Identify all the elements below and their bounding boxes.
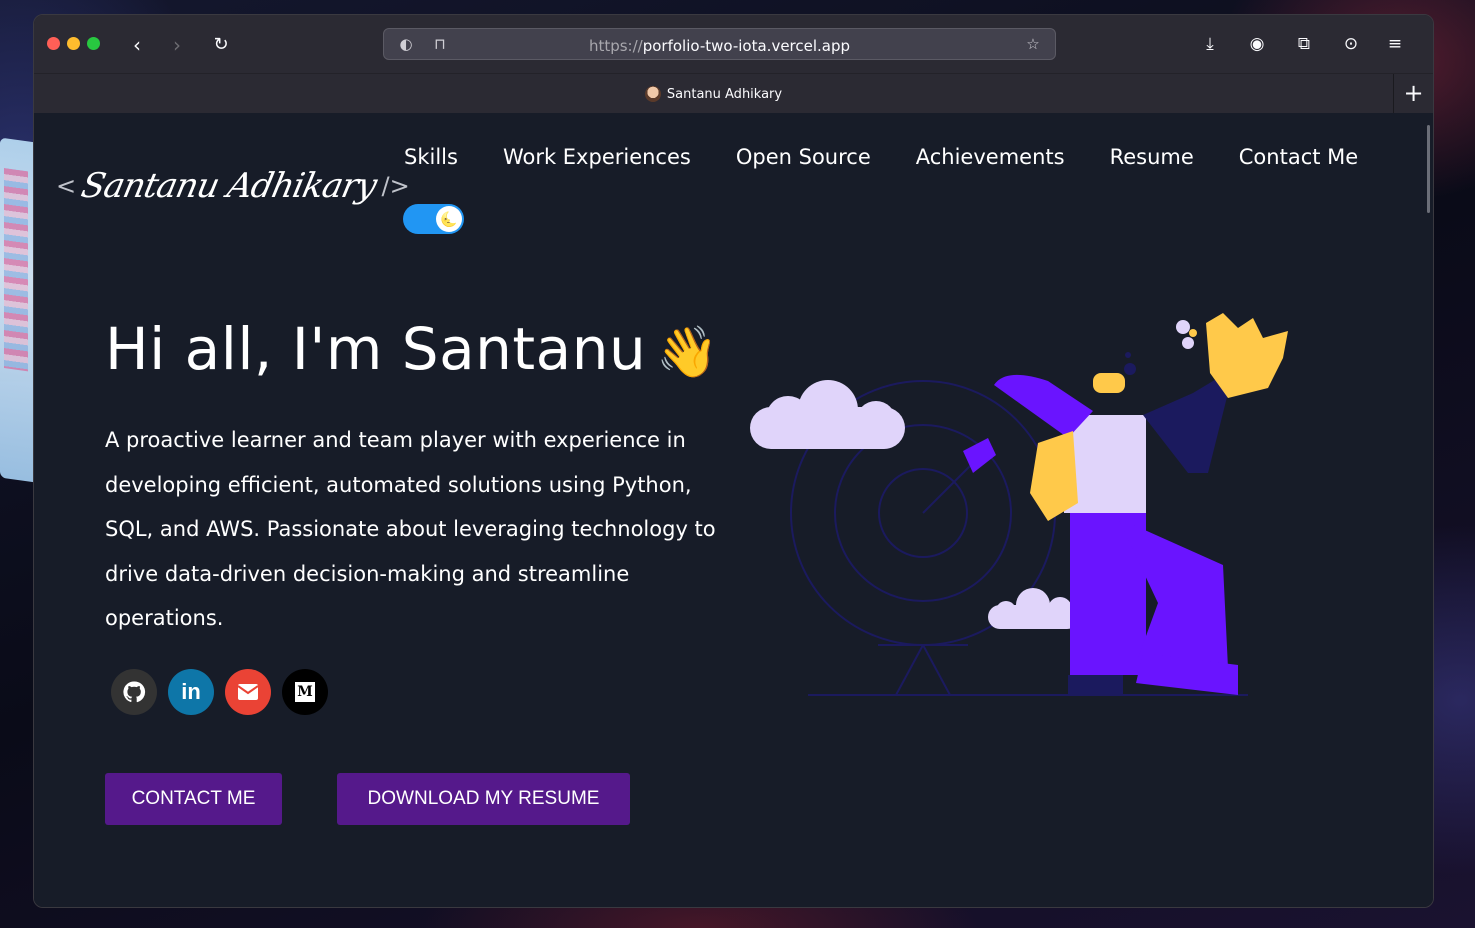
hero-bio: A proactive learner and team player with… [105, 428, 716, 631]
download-resume-button[interactable]: DOWNLOAD MY RESUME [337, 773, 630, 825]
close-window-button[interactable] [47, 37, 60, 50]
small-cloud-icon [988, 588, 1079, 629]
hero-greeting: Hi all, I'm Santanu 👋 [105, 315, 719, 383]
moon-icon: 🌜 [436, 206, 462, 232]
url-text[interactable]: https://porfolio-two-iota.vercel.app [384, 37, 1055, 55]
tab-bar: Santanu Adhikary + [34, 73, 1433, 114]
nav-resume[interactable]: Resume [1110, 145, 1194, 169]
greeting-text: Hi all, I'm Santanu [105, 315, 647, 383]
nav-work-experiences[interactable]: Work Experiences [503, 145, 691, 169]
site-logo[interactable]: < Santanu Adhikary /> [56, 161, 410, 211]
contact-me-button[interactable]: CONTACT ME [105, 773, 282, 825]
hamburger-menu-icon[interactable]: ≡ [1383, 32, 1407, 56]
minimize-window-button[interactable] [67, 37, 80, 50]
nav-skills[interactable]: Skills [404, 145, 458, 169]
maximize-window-button[interactable] [87, 37, 100, 50]
wave-icon: 👋 [656, 323, 719, 381]
dart-icon [922, 438, 996, 514]
web-page: < Santanu Adhikary /> Skills Work Experi… [34, 113, 1433, 907]
github-icon[interactable] [111, 669, 157, 715]
account-icon[interactable]: ◉ [1245, 32, 1269, 56]
medium-icon[interactable]: M [282, 669, 328, 715]
address-bar[interactable]: ◐ ⊓ https://porfolio-two-iota.vercel.app… [383, 28, 1056, 60]
theme-toggle[interactable]: 🌜 [403, 204, 464, 234]
nav-contact-me[interactable]: Contact Me [1239, 145, 1358, 169]
extensions-icon[interactable]: ⧉ [1292, 32, 1316, 56]
logo-signature: Santanu Adhikary [77, 166, 380, 206]
bookmark-star-icon[interactable]: ☆ [1023, 34, 1043, 54]
forward-arrow-icon[interactable]: › [165, 33, 189, 57]
tab-title: Santanu Adhikary [666, 86, 783, 102]
browser-toolbar: ‹ › ↻ ◐ ⊓ https://porfolio-two-iota.verc… [34, 15, 1433, 73]
tab-favicon-icon [644, 86, 661, 102]
background-window [0, 137, 36, 483]
site-nav: Skills Work Experiences Open Source Achi… [404, 145, 1358, 169]
window-controls [47, 37, 100, 50]
logo-close-bracket: /> [381, 172, 410, 200]
download-icon[interactable]: ⤓ [1198, 32, 1222, 56]
hero-illustration [750, 313, 1288, 696]
mail-icon[interactable] [225, 669, 271, 715]
more-icon[interactable]: ⊙ [1339, 32, 1363, 56]
logo-open-bracket: < [56, 172, 77, 200]
cloud-icon [750, 380, 905, 449]
medium-glyph: M [295, 682, 315, 702]
person-figure [994, 313, 1288, 695]
back-arrow-icon[interactable]: ‹ [125, 33, 149, 57]
reload-icon[interactable]: ↻ [209, 33, 233, 57]
social-links: in M [111, 669, 328, 715]
new-tab-button[interactable]: + [1393, 74, 1433, 114]
url-protocol: https:// [588, 37, 643, 55]
browser-window: ‹ › ↻ ◐ ⊓ https://porfolio-two-iota.verc… [33, 14, 1434, 908]
url-host: porfolio-two-iota.vercel.app [642, 37, 851, 55]
page-scrollbar[interactable] [1427, 125, 1430, 213]
linkedin-icon[interactable]: in [168, 669, 214, 715]
nav-open-source[interactable]: Open Source [736, 145, 871, 169]
active-tab[interactable]: Santanu Adhikary [34, 86, 1393, 102]
nav-achievements[interactable]: Achievements [916, 145, 1065, 169]
